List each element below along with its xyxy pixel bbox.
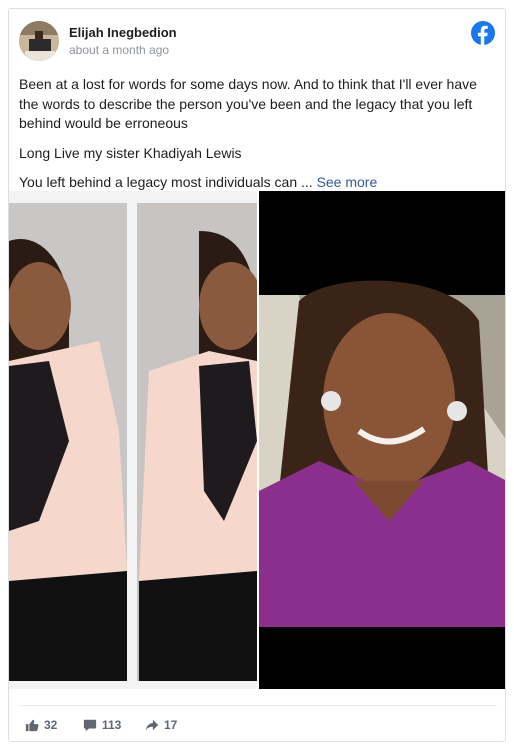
author-name[interactable]: Elijah Inegbedion: [69, 25, 177, 40]
comment-icon: [83, 719, 97, 732]
likes-stat[interactable]: 32: [25, 718, 57, 732]
comments-stat[interactable]: 113: [83, 718, 121, 732]
see-more-link[interactable]: See more: [317, 174, 378, 190]
comments-count: 113: [102, 718, 122, 732]
shares-stat[interactable]: 17: [145, 718, 177, 732]
post-truncated-line: You left behind a legacy most individual…: [19, 173, 497, 193]
post-truncated-text: You left behind a legacy most individual…: [19, 174, 317, 190]
shares-count: 17: [164, 718, 178, 732]
post-paragraph: Long Live my sister Khadiyah Lewis: [19, 144, 242, 161]
facebook-icon[interactable]: [471, 21, 495, 45]
post-media: [9, 191, 505, 689]
likes-count: 32: [44, 718, 58, 732]
photo-collage-left[interactable]: [9, 191, 257, 689]
embedded-post-card: Elijah Inegbedion about a month ago Been…: [8, 8, 506, 742]
engagement-bar: 32 113 17: [19, 705, 497, 735]
photo-portrait-right[interactable]: [259, 191, 505, 689]
post-paragraph: Been at a lost for words for some days n…: [19, 76, 477, 131]
post-timestamp[interactable]: about a month ago: [69, 43, 169, 57]
share-arrow-icon: [145, 719, 159, 731]
thumbs-up-icon: [25, 719, 39, 732]
post-text: Been at a lost for words for some days n…: [19, 75, 497, 203]
post-header: Elijah Inegbedion about a month ago: [19, 21, 497, 67]
author-avatar[interactable]: [19, 21, 59, 61]
